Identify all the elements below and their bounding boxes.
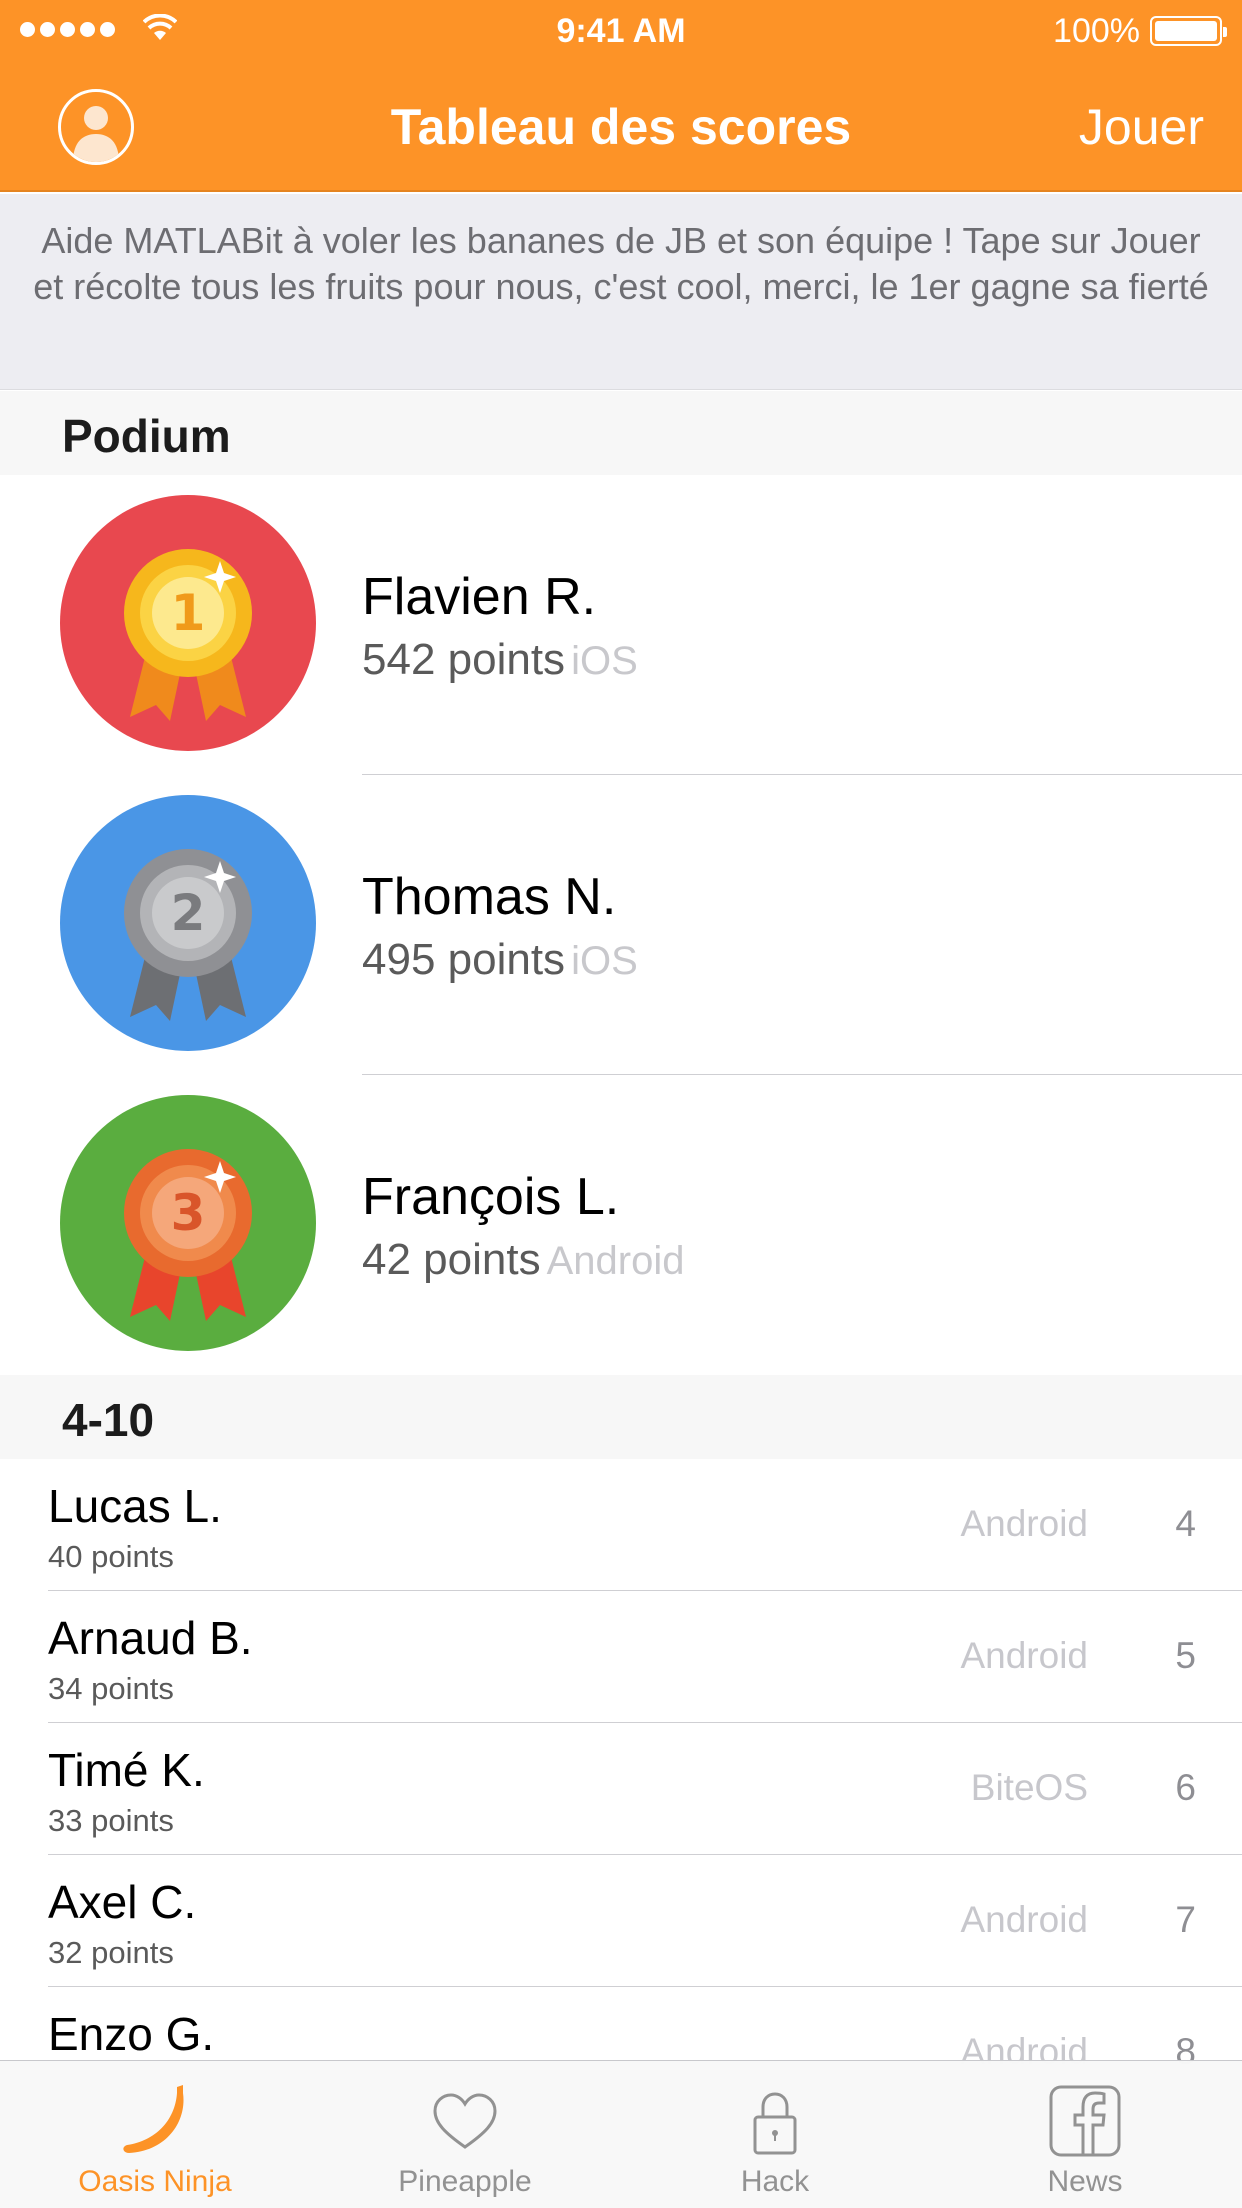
- bronze-medal-icon: 3: [60, 1095, 316, 1351]
- player-points: 33 points: [48, 1803, 174, 1838]
- section-header-ranking: 4-10: [0, 1375, 1242, 1459]
- player-rank: 5: [1175, 1635, 1196, 1676]
- tab-pineapple[interactable]: Pineapple: [310, 2061, 620, 2208]
- player-platform: Android: [960, 1503, 1088, 1544]
- player-score: 495 points iOS: [362, 935, 638, 985]
- podium-row-second[interactable]: 2 Thomas N. 495 points iOS: [0, 775, 1242, 1075]
- player-points: 40 points: [48, 1539, 174, 1574]
- player-platform: Android: [960, 1635, 1088, 1676]
- gold-medal-icon: 1: [60, 495, 316, 751]
- tab-label: News: [1047, 2165, 1123, 2198]
- facebook-icon: [1049, 2085, 1121, 2157]
- player-points: 42 points: [362, 1235, 541, 1284]
- player-points: 32 points: [48, 1935, 174, 1970]
- player-name: Arnaud B.: [48, 1612, 253, 1664]
- banana-icon: [123, 2085, 184, 2153]
- section-header-podium: Podium: [0, 391, 1242, 475]
- lock-icon: [753, 2092, 797, 2155]
- tab-oasis-ninja[interactable]: Oasis Ninja: [0, 2061, 310, 2208]
- player-points: 495 points: [362, 935, 566, 984]
- page-title: Tableau des scores: [390, 99, 852, 155]
- player-platform: Android: [960, 1899, 1088, 1940]
- player-name: François L.: [362, 1168, 620, 1226]
- info-banner: Aide MATLABit à voler les bananes de JB …: [0, 194, 1242, 390]
- player-platform: iOS: [571, 939, 638, 983]
- svg-text:1: 1: [171, 584, 206, 642]
- player-score: 542 points iOS: [362, 635, 638, 685]
- battery-icon: [1150, 16, 1227, 46]
- player-name: Axel C.: [48, 1876, 197, 1928]
- player-name: Timé K.: [48, 1744, 205, 1796]
- player-name: Enzo G.: [48, 2008, 215, 2060]
- player-platform: Android: [546, 1239, 685, 1283]
- player-name: Thomas N.: [362, 868, 617, 926]
- player-platform: iOS: [571, 639, 638, 683]
- podium-row-third[interactable]: 3 François L. 42 points Android: [0, 1075, 1242, 1375]
- table-row[interactable]: Lucas L. 40 points Android 4: [0, 1459, 1242, 1591]
- navigation-bar: 9:41 AM 100% Tableau des scores Jouer: [0, 0, 1242, 192]
- heart-icon: [433, 2093, 497, 2149]
- tab-hack[interactable]: Hack: [620, 2061, 930, 2208]
- battery-percentage: 100%: [1053, 12, 1140, 50]
- player-score: 42 points Android: [362, 1235, 684, 1285]
- section-title: Podium: [62, 410, 231, 462]
- status-bar: 9:41 AM 100%: [0, 0, 1242, 60]
- player-name: Flavien R.: [362, 568, 597, 626]
- play-button[interactable]: Jouer: [1079, 98, 1204, 156]
- tab-label: Oasis Ninja: [78, 2165, 232, 2198]
- section-title: 4-10: [62, 1394, 155, 1446]
- podium-row-first[interactable]: 1 Flavien R. 542 points iOS: [0, 475, 1242, 775]
- player-rank: 4: [1175, 1503, 1196, 1544]
- svg-text:3: 3: [171, 1184, 206, 1242]
- tab-news[interactable]: News: [930, 2061, 1240, 2208]
- table-row[interactable]: Axel C. 32 points Android 7: [0, 1855, 1242, 1987]
- svg-text:2: 2: [171, 884, 206, 942]
- tab-bar: Oasis Ninja Pineapple Hack News: [0, 2060, 1242, 2208]
- silver-medal-icon: 2: [60, 795, 316, 1051]
- tab-label: Hack: [740, 2165, 810, 2198]
- player-platform: BiteOS: [970, 1767, 1088, 1808]
- table-row[interactable]: Arnaud B. 34 points Android 5: [0, 1591, 1242, 1723]
- player-points: 34 points: [48, 1671, 174, 1706]
- player-rank: 7: [1175, 1899, 1196, 1940]
- player-name: Lucas L.: [48, 1480, 222, 1532]
- table-row[interactable]: Timé K. 33 points BiteOS 6: [0, 1723, 1242, 1855]
- tab-label: Pineapple: [398, 2165, 532, 2198]
- player-rank: 6: [1175, 1767, 1196, 1808]
- player-points: 542 points: [362, 635, 566, 684]
